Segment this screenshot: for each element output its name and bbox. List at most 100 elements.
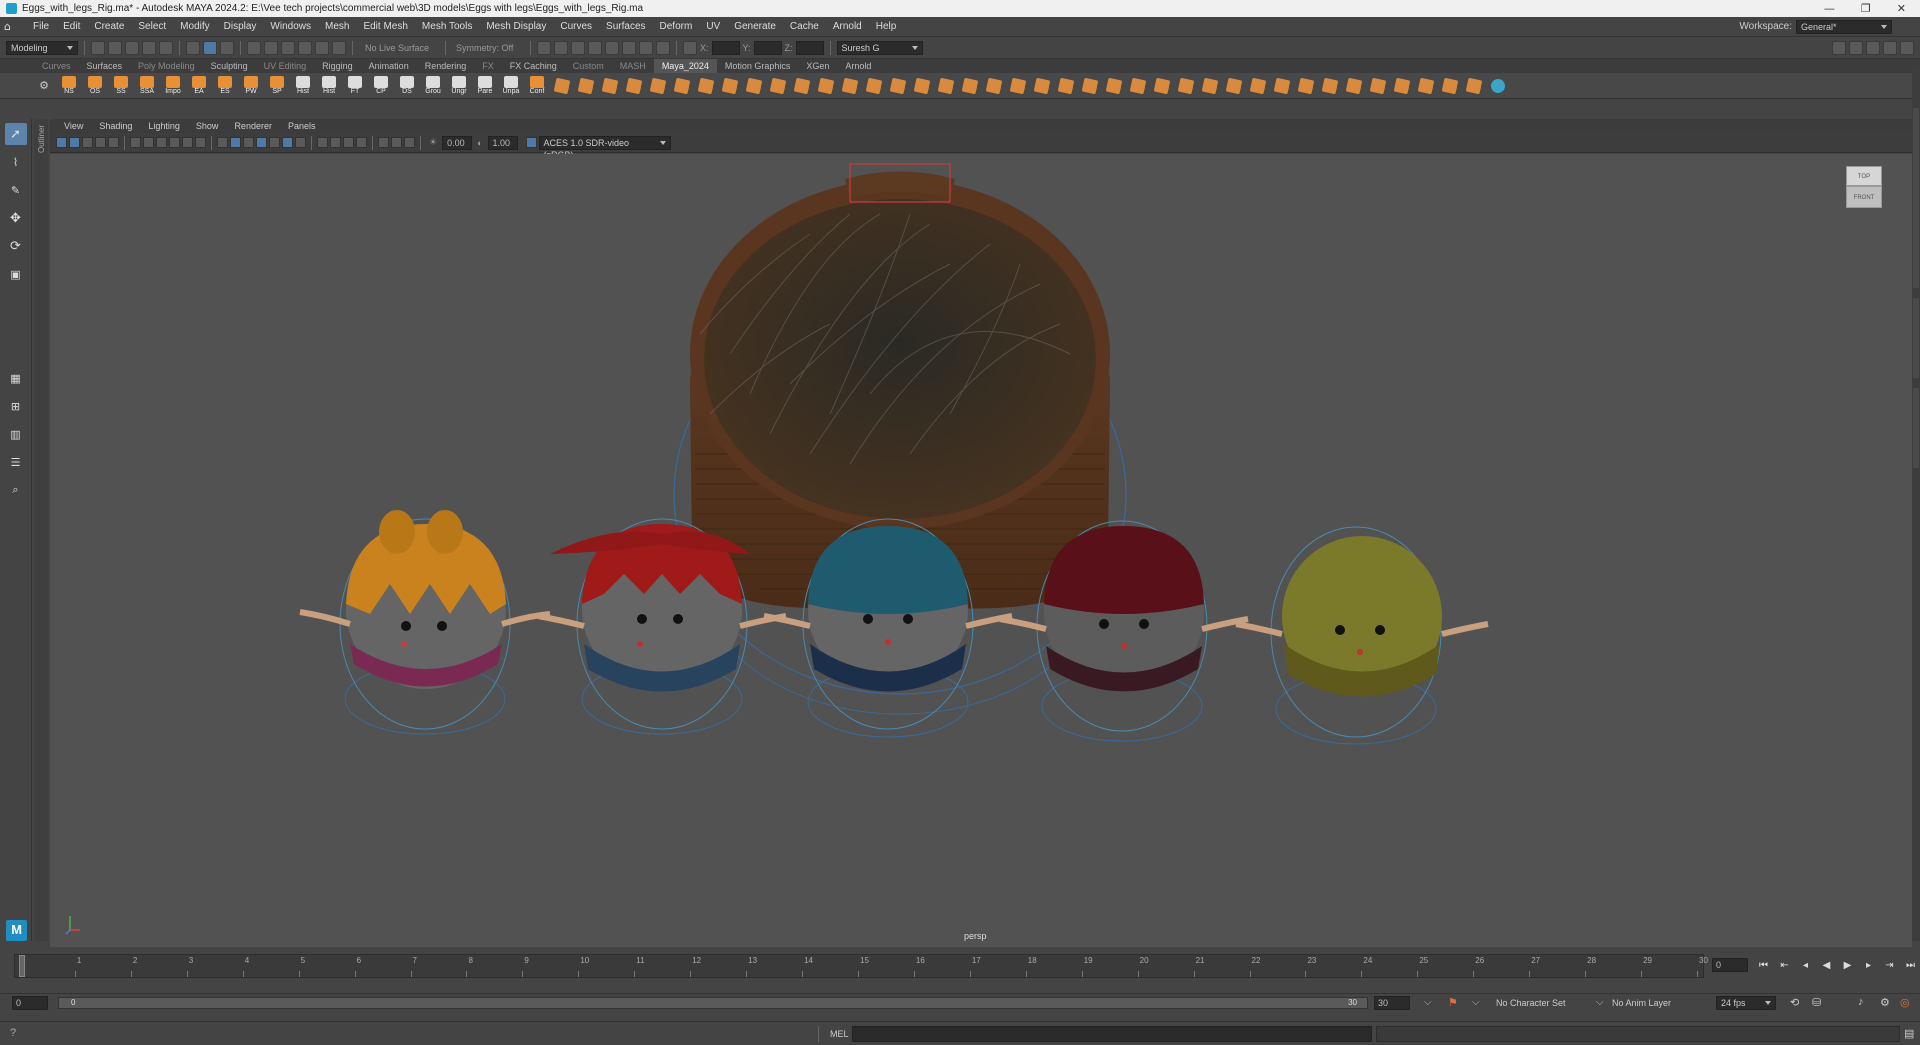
key-mode-icon[interactable]: ⌵ bbox=[1424, 997, 1432, 1008]
shelf-tab-rigging[interactable]: Rigging bbox=[314, 59, 361, 73]
scale-tool-icon[interactable]: ▣ bbox=[5, 263, 27, 285]
resolution-gate-icon[interactable] bbox=[143, 137, 154, 148]
single-perspective-layout-icon[interactable]: ▦ bbox=[5, 367, 27, 389]
shelf-tab-maya-2024[interactable]: Maya_2024 bbox=[653, 59, 717, 73]
key-preferences-icon[interactable]: ⌵ bbox=[1472, 997, 1480, 1008]
restore-icon[interactable]: ❐ bbox=[1861, 2, 1871, 15]
shelf-quad-draw-icon[interactable] bbox=[984, 76, 1004, 96]
shelf-button-ds-13[interactable]: DS bbox=[396, 75, 418, 97]
command-input[interactable] bbox=[852, 1026, 1372, 1042]
shelf-tab-uv-editing[interactable]: UV Editing bbox=[256, 59, 315, 73]
modeling-toolkit-tab[interactable] bbox=[1913, 388, 1919, 468]
menu-create[interactable]: Create bbox=[87, 21, 131, 32]
outliner-strip[interactable]: Outliner bbox=[34, 119, 48, 941]
arnold-ipr-icon[interactable] bbox=[639, 40, 653, 55]
field-chart-icon[interactable] bbox=[169, 137, 180, 148]
perspective-viewport[interactable]: TOP FRONT persp bbox=[50, 154, 1912, 947]
time-ruler[interactable]: 0123456789101112131415161718192021222324… bbox=[14, 954, 1708, 978]
symmetry-label[interactable]: Symmetry: Off bbox=[452, 43, 524, 53]
menu-file[interactable]: File bbox=[26, 21, 56, 32]
close-icon[interactable]: ✕ bbox=[1897, 2, 1906, 15]
toggle-character-controls-icon[interactable] bbox=[1849, 40, 1863, 55]
shelf-button-pare-16[interactable]: Pare bbox=[474, 75, 496, 97]
shelf-offset-loop-icon[interactable] bbox=[1056, 76, 1076, 96]
shelf-smooth-icon[interactable] bbox=[840, 76, 860, 96]
panel-menu-lighting[interactable]: Lighting bbox=[140, 119, 188, 133]
shadows-icon[interactable] bbox=[295, 137, 306, 148]
anti-aliasing-icon[interactable] bbox=[343, 137, 354, 148]
shelf-slide-icon[interactable] bbox=[1008, 76, 1028, 96]
shelf-tab-fx[interactable]: FX bbox=[474, 59, 502, 73]
shelf-separate-icon[interactable] bbox=[816, 76, 836, 96]
outliner-layout-icon[interactable]: ☰ bbox=[5, 451, 27, 473]
paint-select-tool-icon[interactable]: ✎ bbox=[5, 179, 27, 201]
hypershade-icon[interactable] bbox=[605, 40, 619, 55]
panel-menu-shading[interactable]: Shading bbox=[91, 119, 140, 133]
menu-mesh[interactable]: Mesh bbox=[318, 21, 356, 32]
toggle-attribute-editor-icon[interactable] bbox=[1866, 40, 1880, 55]
view-cube-top[interactable]: TOP bbox=[1846, 166, 1882, 186]
shelf-sphere-icon[interactable] bbox=[552, 76, 572, 96]
shelf-layout-icon[interactable] bbox=[1488, 76, 1508, 96]
account-dropdown[interactable]: Suresh G bbox=[836, 40, 923, 55]
xray-joints-icon[interactable] bbox=[404, 137, 415, 148]
toggle-modeling-toolkit-icon[interactable] bbox=[1832, 40, 1846, 55]
ipr-render-icon[interactable] bbox=[571, 40, 585, 55]
shelf-tab-mash[interactable]: MASH bbox=[612, 59, 654, 73]
search-icon[interactable]: ⌕ bbox=[5, 479, 27, 501]
menu-set-dropdown[interactable]: Modeling bbox=[6, 40, 78, 55]
shelf-button-ea-5[interactable]: EA bbox=[188, 75, 210, 97]
make-live-icon[interactable] bbox=[332, 40, 346, 55]
gamma-icon[interactable]: ◐ bbox=[474, 138, 485, 148]
menu-cache[interactable]: Cache bbox=[783, 21, 826, 32]
menu-windows[interactable]: Windows bbox=[263, 21, 318, 32]
shelf-cone-icon[interactable] bbox=[624, 76, 644, 96]
render-view-icon[interactable] bbox=[537, 40, 551, 55]
shelf-bridge-icon[interactable] bbox=[744, 76, 764, 96]
cache-playback-icon[interactable]: ⛁ bbox=[1812, 996, 1821, 1009]
shelf-button-sp-8[interactable]: SP bbox=[266, 75, 288, 97]
workspace-dropdown[interactable]: General* bbox=[1796, 19, 1892, 34]
shelf-triangulate-icon[interactable] bbox=[1272, 76, 1292, 96]
z-field[interactable] bbox=[795, 40, 824, 55]
shelf-connect-icon[interactable] bbox=[936, 76, 956, 96]
shelf-button-os-1[interactable]: OS bbox=[84, 75, 106, 97]
menu-mesh-display[interactable]: Mesh Display bbox=[479, 21, 553, 32]
camera-attributes-icon[interactable] bbox=[69, 137, 80, 148]
shelf-collapse-icon[interactable] bbox=[1128, 76, 1148, 96]
toggle-tool-settings-icon[interactable] bbox=[1883, 40, 1897, 55]
maya-badge-icon[interactable]: M bbox=[6, 920, 27, 941]
range-slider-bar[interactable]: 0 30 bbox=[58, 997, 1368, 1009]
egg-character-orange[interactable] bbox=[299, 510, 551, 735]
shelf-tab-xgen[interactable]: XGen bbox=[798, 59, 837, 73]
shelf-tab-sculpting[interactable]: Sculpting bbox=[203, 59, 256, 73]
shelf-edge-loop-icon[interactable] bbox=[1032, 76, 1052, 96]
shelf-transfer-icon[interactable] bbox=[1368, 76, 1388, 96]
view-cube[interactable]: TOP FRONT bbox=[1846, 166, 1882, 210]
snap-point-icon[interactable] bbox=[281, 40, 295, 55]
shelf-unfold-icon[interactable] bbox=[1464, 76, 1484, 96]
wireframe-on-shaded-icon[interactable] bbox=[256, 137, 267, 148]
menu-curves[interactable]: Curves bbox=[553, 21, 599, 32]
step-forward-key-icon[interactable]: ⇥ bbox=[1882, 960, 1897, 971]
view-cube-front[interactable]: FRONT bbox=[1846, 186, 1882, 208]
shelf-merge-icon[interactable] bbox=[1104, 76, 1124, 96]
gamma-field[interactable]: 1.00 bbox=[487, 135, 518, 150]
snap-plane-icon[interactable] bbox=[315, 40, 329, 55]
snap-curve-icon[interactable] bbox=[264, 40, 278, 55]
view-transform-dropdown[interactable]: ACES 1.0 SDR-video (sRGB) bbox=[538, 135, 671, 160]
safe-title-icon[interactable] bbox=[195, 137, 206, 148]
shelf-button-unpa-17[interactable]: Unpa bbox=[500, 75, 522, 97]
home-icon[interactable]: ⌂ bbox=[4, 20, 18, 33]
current-frame-field[interactable]: 0 bbox=[1712, 958, 1748, 972]
color-management-icon[interactable] bbox=[525, 137, 537, 148]
step-back-frame-icon[interactable]: ◂ bbox=[1798, 960, 1813, 971]
arnold-render-icon[interactable] bbox=[622, 40, 636, 55]
shelf-cleanup-icon[interactable] bbox=[1344, 76, 1364, 96]
select-camera-icon[interactable] bbox=[56, 137, 67, 148]
shelf-button-impo-4[interactable]: Impo bbox=[162, 75, 184, 97]
y-field[interactable] bbox=[753, 40, 782, 55]
transform-mode-icon[interactable] bbox=[683, 40, 697, 55]
shelf-button-ssa-3[interactable]: SSA bbox=[136, 75, 158, 97]
exposure-field[interactable]: 0.00 bbox=[442, 135, 473, 150]
